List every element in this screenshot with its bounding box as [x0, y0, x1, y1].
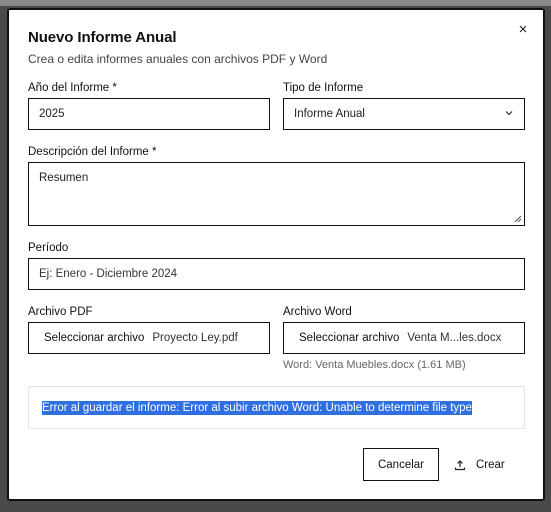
period-placeholder: Ej: Enero - Diciembre 2024: [39, 268, 178, 280]
period-input[interactable]: Ej: Enero - Diciembre 2024: [28, 258, 525, 290]
year-value: 2025: [39, 108, 65, 120]
type-value: Informe Anual: [294, 108, 365, 120]
pdf-file-input[interactable]: Seleccionar archivo Proyecto Ley.pdf: [28, 322, 270, 354]
pdf-filename: Proyecto Ley.pdf: [152, 332, 238, 344]
description-label: Descripción del Informe *: [28, 146, 157, 158]
dialog-subtitle: Crea o edita informes anuales con archiv…: [28, 52, 328, 66]
word-label: Archivo Word: [283, 306, 352, 318]
error-message: Error al guardar el informe: Error al su…: [42, 401, 472, 415]
description-textarea[interactable]: Resumen: [28, 162, 525, 226]
year-label: Año del Informe *: [28, 82, 117, 94]
cancel-button[interactable]: Cancelar: [363, 448, 439, 481]
close-icon[interactable]: ×: [515, 22, 531, 38]
period-label: Período: [28, 242, 69, 254]
type-select[interactable]: Informe Anual: [283, 98, 525, 130]
cancel-label: Cancelar: [377, 458, 425, 471]
create-label: Crear: [476, 458, 505, 471]
pdf-select-button[interactable]: Seleccionar archivo: [44, 332, 144, 344]
word-filename: Venta M...les.docx: [407, 332, 502, 344]
upload-icon: [454, 459, 466, 470]
word-file-input[interactable]: Seleccionar archivo Venta M...les.docx: [283, 322, 525, 354]
resize-grip-icon[interactable]: [513, 214, 522, 223]
word-select-button[interactable]: Seleccionar archivo: [299, 332, 399, 344]
report-dialog: × Nuevo Informe Anual Crea o edita infor…: [7, 8, 545, 501]
pdf-label: Archivo PDF: [28, 306, 93, 318]
description-value: Resumen: [39, 172, 89, 184]
type-label: Tipo de Informe: [283, 82, 364, 94]
error-alert: Error al guardar el informe: Error al su…: [28, 386, 525, 429]
create-button[interactable]: Crear: [454, 448, 520, 481]
dialog-title: Nuevo Informe Anual: [28, 29, 177, 46]
year-input[interactable]: 2025: [28, 98, 270, 130]
word-file-hint: Word: Venta Muebles.docx (1.61 MB): [283, 359, 466, 371]
chevron-down-icon: [505, 111, 513, 116]
backdrop-strip: [0, 0, 551, 6]
